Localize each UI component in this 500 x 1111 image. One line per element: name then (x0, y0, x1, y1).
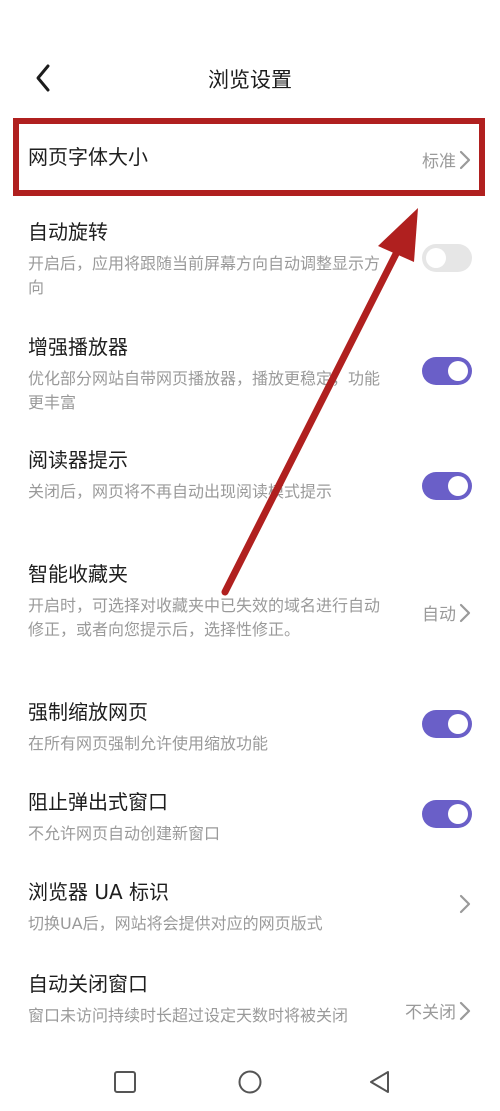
toggle-knob (448, 476, 468, 496)
chevron-right-icon (459, 1001, 471, 1020)
chevron-right-icon (459, 603, 471, 622)
setting-description: 开启时，可选择对收藏夹中已失效的域名进行自动修正，或者向您提示后，选择性修正。 (28, 596, 381, 639)
setting-title: 增强播放器 (28, 335, 128, 359)
header: 浏览设置 (0, 50, 500, 106)
setting-reader-tip: 阅读器提示 关闭后，网页将不再自动出现阅读模式提示 (28, 446, 472, 504)
setting-force-zoom: 强制缩放网页 在所有网页强制允许使用缩放功能 (28, 698, 472, 756)
setting-description: 切换UA后，网站将会提供对应的网页版式 (28, 914, 323, 933)
setting-ua[interactable]: 浏览器 UA 标识 切换UA后，网站将会提供对应的网页版式 (28, 878, 472, 936)
triangle-back-icon[interactable] (366, 1068, 394, 1096)
toggle-knob (448, 714, 468, 734)
setting-player-enhance: 增强播放器 优化部分网站自带网页播放器，播放更稳定，功能更丰富 (28, 333, 472, 415)
setting-description: 关闭后，网页将不再自动出现阅读模式提示 (28, 482, 333, 501)
auto-rotate-toggle[interactable] (422, 244, 472, 272)
setting-block-popups: 阻止弹出式窗口 不允许网页自动创建新窗口 (28, 788, 472, 846)
setting-description: 优化部分网站自带网页播放器，播放更稳定，功能更丰富 (28, 369, 381, 412)
player-enhance-toggle[interactable] (422, 357, 472, 385)
chevron-right-icon (459, 894, 471, 914)
square-icon[interactable] (111, 1068, 139, 1096)
setting-title: 阻止弹出式窗口 (28, 790, 168, 814)
block-popups-toggle[interactable] (422, 800, 472, 828)
setting-title: 强制缩放网页 (28, 700, 148, 724)
force-zoom-toggle[interactable] (422, 710, 472, 738)
toggle-knob (426, 248, 446, 268)
setting-title: 自动旋转 (28, 220, 108, 244)
setting-auto-rotate: 自动旋转 开启后，应用将跟随当前屏幕方向自动调整显示方向 (28, 218, 472, 300)
setting-value: 不关闭 (405, 1003, 456, 1023)
setting-description: 不允许网页自动创建新窗口 (28, 824, 221, 843)
circle-icon[interactable] (236, 1068, 264, 1096)
setting-title: 自动关闭窗口 (28, 972, 148, 996)
setting-value: 自动 (422, 605, 456, 625)
setting-auto-close[interactable]: 自动关闭窗口 窗口未访问持续时长超过设定天数时将被关闭 不关闭 (28, 970, 472, 1028)
setting-smart-favorites[interactable]: 智能收藏夹 开启时，可选择对收藏夹中已失效的域名进行自动修正，或者向您提示后，选… (28, 560, 472, 642)
toggle-knob (448, 804, 468, 824)
setting-title: 智能收藏夹 (28, 562, 128, 586)
chevron-right-icon (459, 150, 471, 169)
reader-tip-toggle[interactable] (422, 472, 472, 500)
setting-description: 窗口未访问持续时长超过设定天数时将被关闭 (28, 1006, 349, 1025)
setting-title: 网页字体大小 (28, 145, 148, 169)
page-title: 浏览设置 (208, 68, 292, 92)
setting-description: 在所有网页强制允许使用缩放功能 (28, 734, 269, 753)
toggle-knob (448, 361, 468, 381)
setting-title: 阅读器提示 (28, 448, 128, 472)
setting-title: 浏览器 UA 标识 (28, 880, 170, 904)
setting-description: 开启后，应用将跟随当前屏幕方向自动调整显示方向 (28, 254, 381, 297)
system-navbar (0, 1050, 500, 1111)
setting-font-size[interactable]: 网页字体大小 标准 (28, 143, 472, 183)
setting-value: 标准 (422, 152, 456, 172)
